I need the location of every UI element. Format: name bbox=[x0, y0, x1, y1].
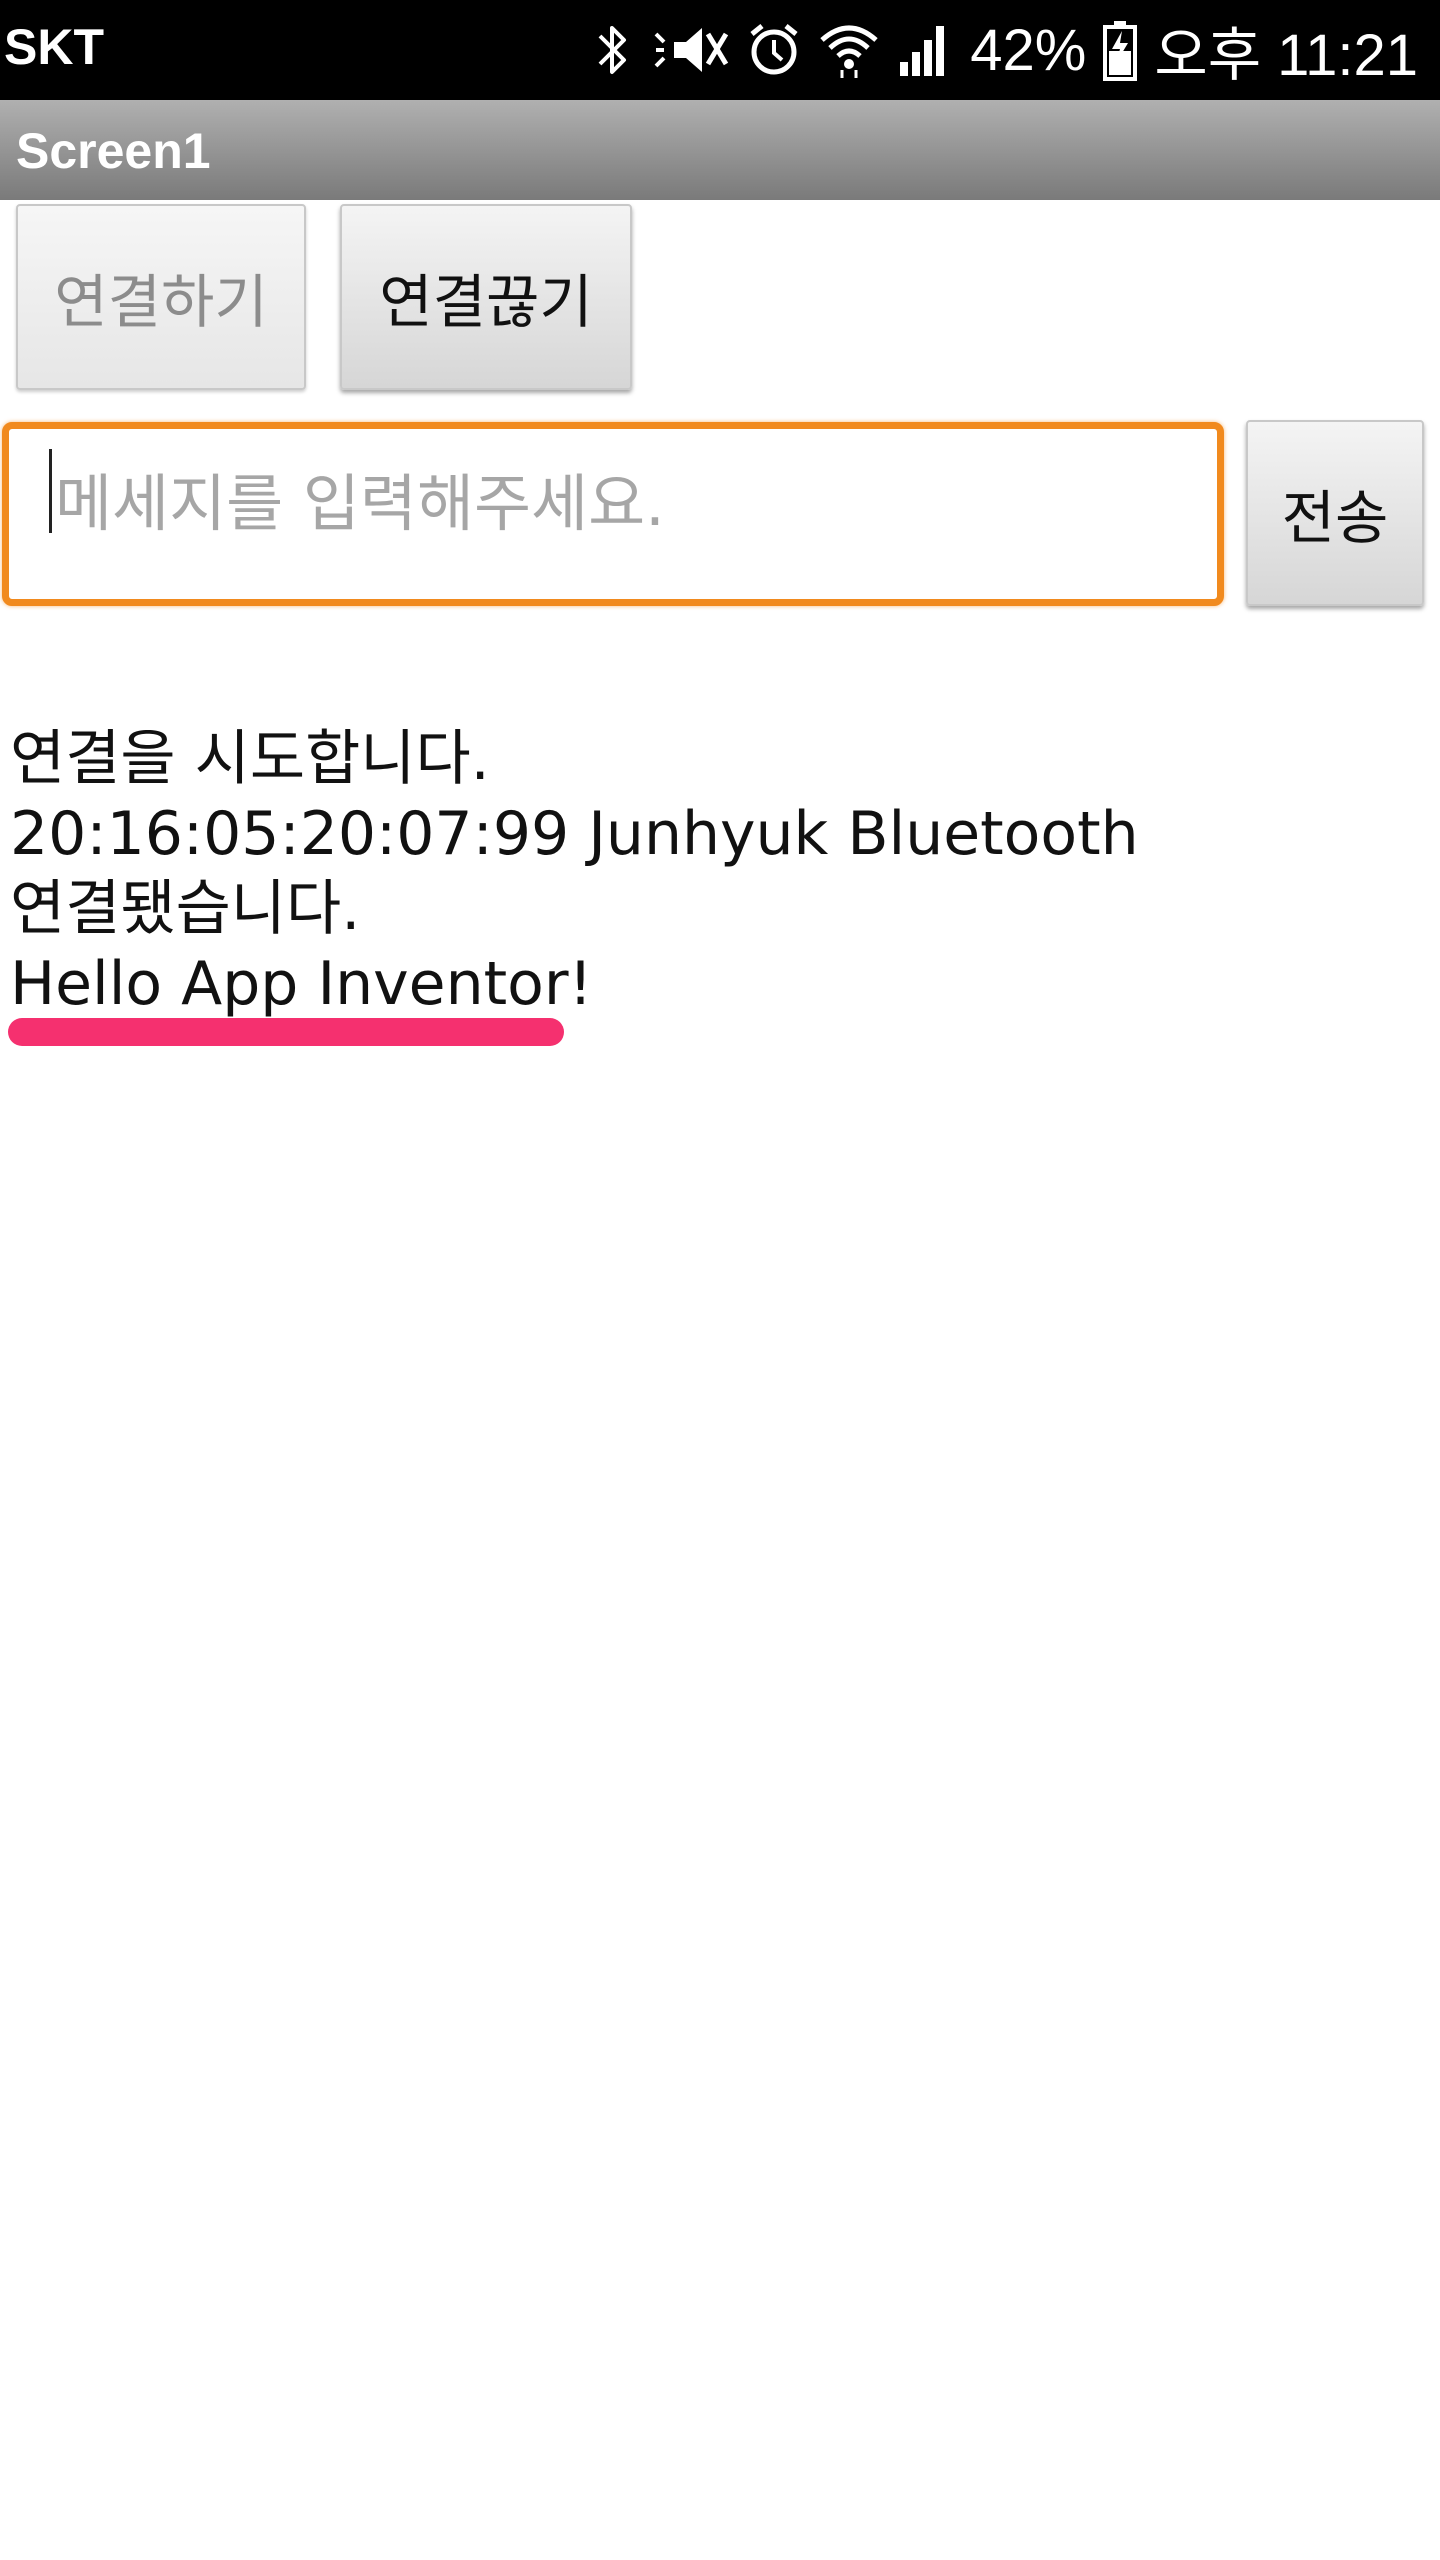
message-input-placeholder: 메세지를 입력해주세요. bbox=[55, 467, 665, 540]
log-line: 연결됐습니다. bbox=[10, 874, 361, 944]
carrier-name: SKT bbox=[4, 19, 104, 75]
status-bar: SKT 42% 오후 11:21 bbox=[0, 0, 1440, 100]
clock-time: 오후 11:21 bbox=[1154, 23, 1418, 88]
mute-icon bbox=[650, 20, 730, 80]
send-button[interactable]: 전송 bbox=[1246, 420, 1424, 606]
connect-button[interactable]: 연결하기 bbox=[16, 204, 306, 390]
log-line: Hello App Inventor! bbox=[10, 949, 593, 1019]
disconnect-button[interactable]: 연결끊기 bbox=[340, 204, 632, 390]
battery-icon bbox=[1102, 19, 1138, 81]
log-line: 연결을 시도합니다. bbox=[10, 724, 490, 794]
alarm-icon bbox=[746, 20, 802, 80]
highlight-underline bbox=[8, 1018, 564, 1046]
message-input[interactable]: 메세지를 입력해주세요. bbox=[2, 422, 1224, 606]
text-cursor bbox=[49, 449, 52, 533]
bluetooth-icon bbox=[594, 20, 634, 80]
wifi-icon bbox=[818, 20, 880, 80]
log-line: 20:16:05:20:07:99 Junhyuk Bluetooth bbox=[10, 799, 1139, 869]
signal-icon bbox=[896, 20, 954, 80]
title-bar: Screen1 bbox=[0, 100, 1440, 200]
screen-title: Screen1 bbox=[16, 123, 211, 179]
message-log: 연결을 시도합니다. 20:16:05:20:07:99 Junhyuk Blu… bbox=[10, 722, 1139, 1022]
status-icons: 42% 오후 11:21 bbox=[594, 12, 1418, 88]
battery-percent: 42% bbox=[970, 17, 1087, 83]
